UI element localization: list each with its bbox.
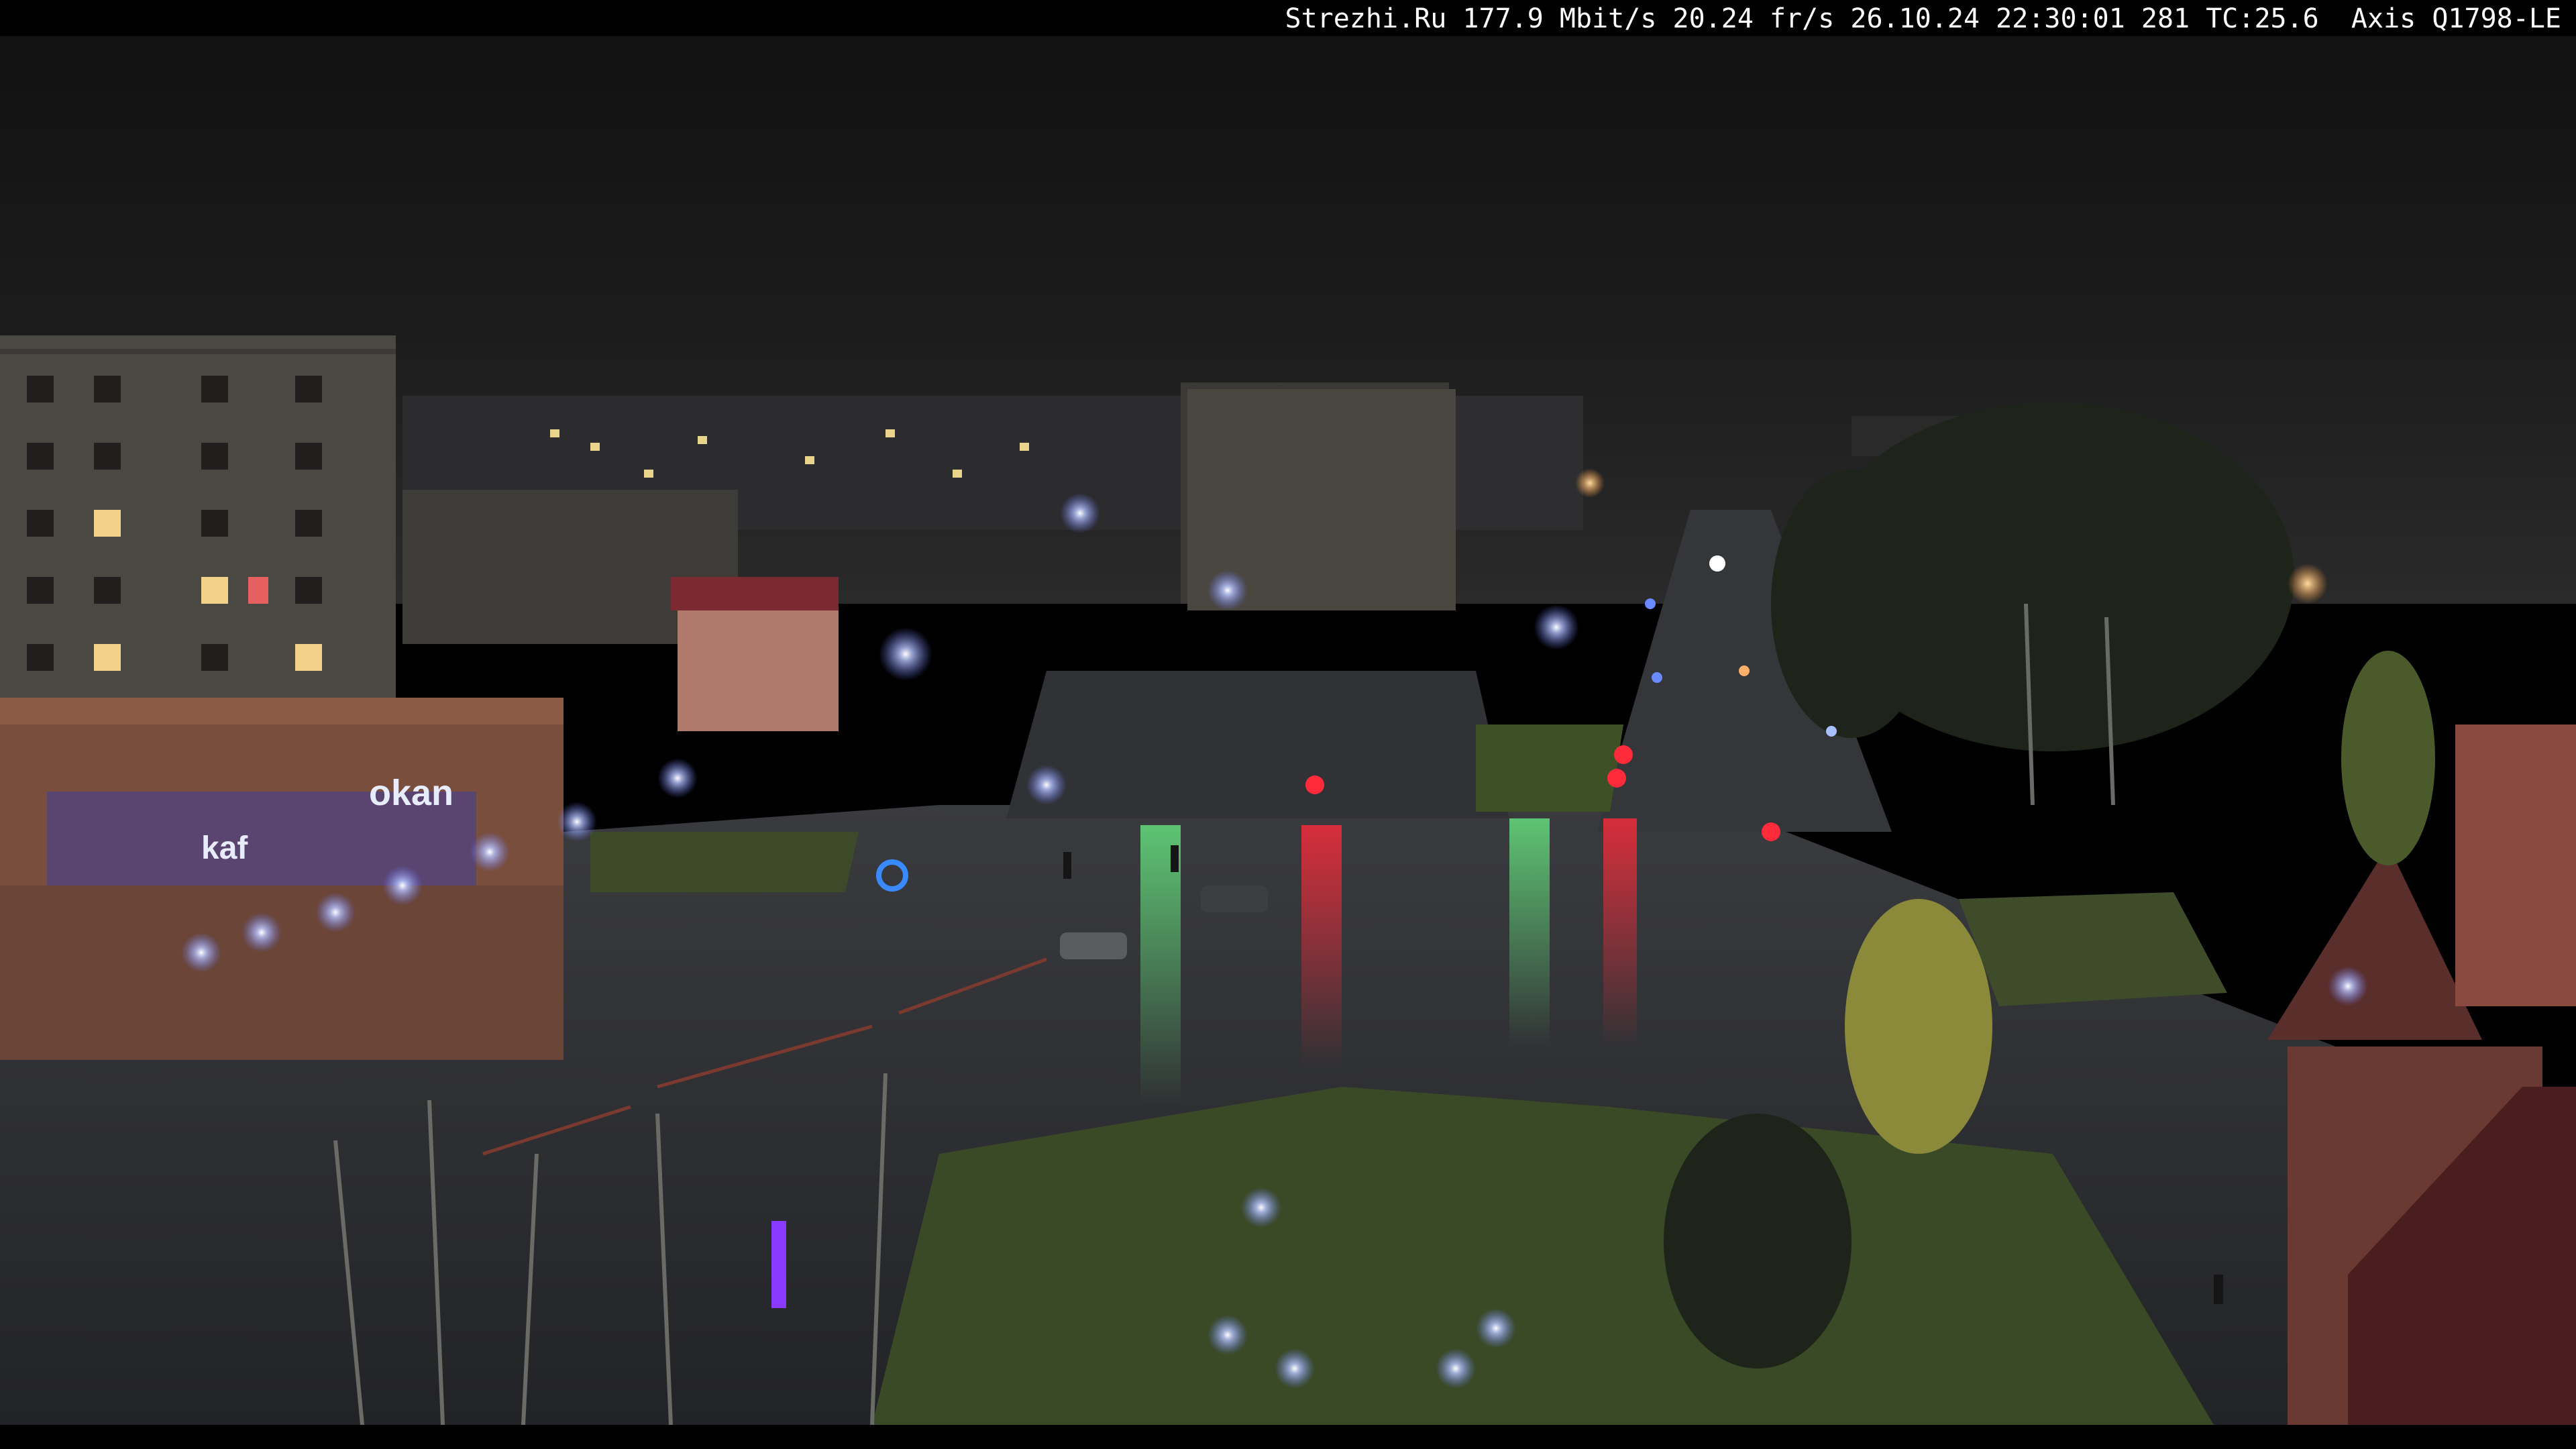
red-light-reflection — [1301, 825, 1342, 1067]
grass-lawn — [1959, 892, 2227, 1006]
parking-square — [1006, 671, 1509, 818]
camera-info-bar: Strezhi.Ru 177.9 Mbit/s 20.24 fr/s 26.10… — [0, 0, 2576, 36]
holiday-light-decoration — [771, 1221, 786, 1308]
green-light-reflection — [1509, 818, 1550, 1046]
shopping-center — [0, 698, 564, 1060]
camera-overlay-text: Strezhi.Ru 177.9 Mbit/s 20.24 fr/s 26.10… — [1285, 3, 2561, 34]
grass-lawn — [1476, 724, 1623, 812]
red-light-reflection — [1603, 818, 1637, 1046]
store-logo-sign: okan — [369, 773, 453, 813]
grass-lawn — [590, 832, 859, 892]
store-facade-sign: kaf — [201, 830, 248, 866]
bottom-letterbox-bar — [0, 1425, 2576, 1449]
night-city-scene: okan kaf — [0, 0, 2576, 1426]
pink-building-roof — [671, 577, 839, 610]
